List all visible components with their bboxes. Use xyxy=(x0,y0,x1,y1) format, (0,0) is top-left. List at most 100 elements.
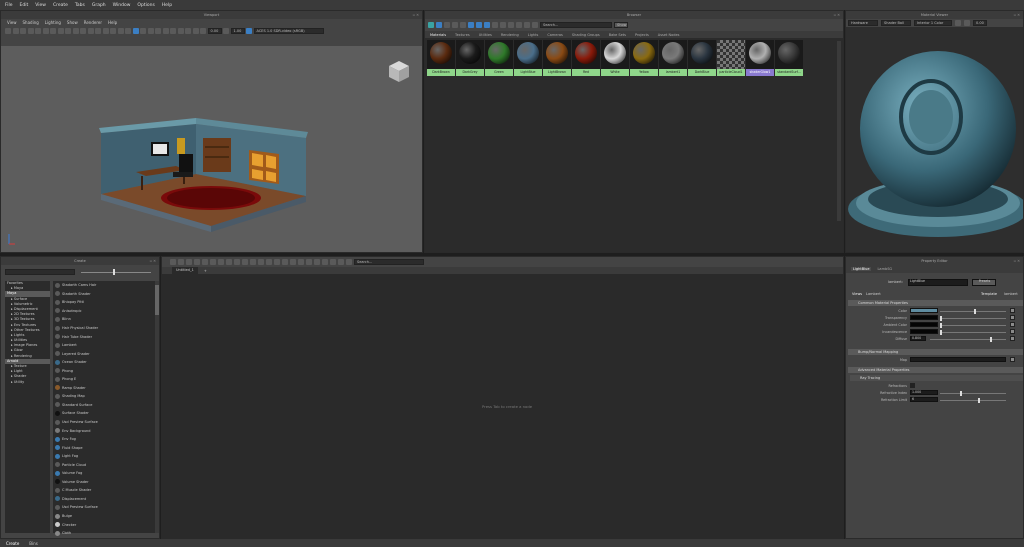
material-swatch[interactable]: Yellow xyxy=(630,40,658,76)
material-swatch[interactable]: DarkBrown xyxy=(427,40,455,76)
diffuse-slider-handle[interactable] xyxy=(990,337,992,342)
gate-mask-icon[interactable] xyxy=(50,28,56,34)
tab-utilities[interactable]: Utilities xyxy=(479,33,492,37)
ambient-color-map-icon[interactable] xyxy=(1010,322,1015,327)
tree-item-utility[interactable]: ▸ Utility xyxy=(5,380,50,385)
film-gate-icon[interactable] xyxy=(35,28,41,34)
color-slider[interactable] xyxy=(940,311,1006,312)
node-list-item[interactable]: Lambert xyxy=(53,341,155,350)
environment-select[interactable]: Interior 1 Color xyxy=(914,20,952,26)
safe-action-icon[interactable] xyxy=(65,28,71,34)
node-list-item[interactable]: Volume Fog xyxy=(53,469,155,478)
node-list-item[interactable]: Ramp Shader xyxy=(53,384,155,393)
diffuse-slider[interactable] xyxy=(930,339,1006,340)
viewport-menu-renderer[interactable]: Renderer xyxy=(84,20,102,25)
small-icons-icon[interactable] xyxy=(484,22,490,28)
safe-title-icon[interactable] xyxy=(72,28,79,34)
menu-tabs[interactable]: Tabs xyxy=(75,3,85,8)
panel-controls-icon[interactable]: ▫ ✕ xyxy=(150,257,156,265)
renderer-select[interactable]: Hardware xyxy=(848,20,878,26)
node-list-item[interactable]: Usd Preview Surface xyxy=(53,418,155,427)
menu-help[interactable]: Help xyxy=(162,3,172,8)
motion-blur-icon[interactable] xyxy=(162,28,169,34)
node-list-item[interactable]: Bhiopay Pitti xyxy=(53,298,155,307)
smooth-shade-icon[interactable] xyxy=(87,28,94,34)
exposure-field[interactable]: 0.00 xyxy=(207,28,222,34)
menu-window[interactable]: Window xyxy=(113,3,131,8)
presets-button[interactable]: Presets xyxy=(972,279,996,286)
node-list-item[interactable]: Env Fog xyxy=(53,435,155,444)
node-list-item[interactable]: Standard Surface xyxy=(53,401,155,410)
icon-size-slider-handle[interactable] xyxy=(113,269,115,275)
graph-input-icon[interactable] xyxy=(170,259,176,265)
refraction-limit-slider-handle[interactable] xyxy=(978,398,980,403)
incandescence-map-icon[interactable] xyxy=(1010,329,1015,334)
incandescence-swatch[interactable] xyxy=(910,329,938,334)
tab-cameras[interactable]: Cameras xyxy=(547,33,563,37)
gamma-field[interactable]: 1.00 xyxy=(230,28,245,34)
connected-mode-icon[interactable] xyxy=(250,259,256,265)
swatch-size-icon[interactable] xyxy=(468,22,474,28)
graph-icon[interactable] xyxy=(428,22,434,28)
depth-of-field-icon[interactable] xyxy=(177,28,184,34)
tab-lights[interactable]: Lights xyxy=(528,33,539,37)
grid-icon[interactable] xyxy=(27,28,34,34)
gamma-icon[interactable] xyxy=(223,28,229,34)
node-search-input[interactable]: Search... xyxy=(354,259,424,265)
medium-icons-icon[interactable] xyxy=(492,22,498,28)
swatch-toggle-icon[interactable] xyxy=(274,259,280,265)
snap-icon[interactable] xyxy=(290,259,296,265)
panel-controls-icon[interactable]: ▫ ✕ xyxy=(413,11,419,19)
textured-icon[interactable] xyxy=(110,28,116,34)
custom-mode-icon[interactable] xyxy=(266,259,272,265)
lights-icon[interactable] xyxy=(117,28,124,34)
menu-create[interactable]: Create xyxy=(53,3,68,8)
zoom-icon[interactable] xyxy=(298,259,304,265)
hud-icon[interactable] xyxy=(192,28,199,34)
sort-type-icon[interactable] xyxy=(516,22,522,28)
tab-rendering[interactable]: Rendering xyxy=(501,33,519,37)
reverse-sort-icon[interactable] xyxy=(532,22,538,28)
node-list-item[interactable]: Light Fog xyxy=(53,452,155,461)
menu-edit[interactable]: Edit xyxy=(20,3,29,8)
graph-output-icon[interactable] xyxy=(178,259,184,265)
material-swatch[interactable]: standardSurf... xyxy=(775,40,803,76)
lock-icon[interactable] xyxy=(322,259,328,265)
frame-all-icon[interactable] xyxy=(226,259,232,265)
tab-shading-groups[interactable]: Shading Groups xyxy=(572,33,600,37)
node-list-item[interactable]: Blinn xyxy=(53,315,155,324)
viewport-canvas[interactable]: persp xyxy=(1,46,422,252)
panel-controls-icon[interactable]: ▫ ✕ xyxy=(834,11,840,19)
material-swatch[interactable]: LightBlue xyxy=(514,40,542,76)
node-list-item[interactable]: Surface Shader xyxy=(53,409,155,418)
add-tab-icon[interactable]: + xyxy=(204,269,207,273)
show-button[interactable]: Show xyxy=(614,22,628,28)
mv-exposure-field[interactable]: 0.00 xyxy=(973,20,987,26)
antialiasing-icon[interactable] xyxy=(170,28,176,34)
xray-joints-icon[interactable] xyxy=(140,28,146,34)
list-view-icon[interactable] xyxy=(436,22,442,28)
xray-components-icon[interactable] xyxy=(147,28,154,34)
graph-both-icon[interactable] xyxy=(186,259,192,265)
node-list-item[interactable]: Shading Map xyxy=(53,392,155,401)
diffuse-field[interactable]: 0.800 xyxy=(910,336,926,341)
frame-selected-icon[interactable] xyxy=(234,259,240,265)
node-name-field[interactable]: LightBlue xyxy=(908,279,968,286)
tab-textures[interactable]: Textures xyxy=(455,33,470,37)
sort-name-icon[interactable] xyxy=(508,22,514,28)
browser-search[interactable]: Search... xyxy=(540,22,612,28)
tab-lambsg[interactable]: LambSG xyxy=(877,267,892,271)
shadows-icon[interactable] xyxy=(125,28,131,34)
ambient-occlusion-icon[interactable] xyxy=(155,28,161,34)
material-swatch[interactable]: lambert1 xyxy=(659,40,687,76)
large-icons-icon[interactable] xyxy=(500,22,506,28)
material-swatch[interactable]: LightBrown xyxy=(543,40,571,76)
refractive-index-field[interactable]: 1.000 xyxy=(910,390,938,395)
exposure-icon[interactable] xyxy=(200,28,206,34)
node-list-item[interactable]: Particle Cloud xyxy=(53,460,155,469)
panel-controls-icon[interactable]: ▫ ✕ xyxy=(1014,11,1020,19)
node-list-item[interactable]: Usd Preview Surface xyxy=(53,503,155,512)
viewport-menu-help[interactable]: Help xyxy=(108,20,117,25)
refractive-index-slider[interactable] xyxy=(940,393,1006,394)
output-icon[interactable] xyxy=(346,259,352,265)
